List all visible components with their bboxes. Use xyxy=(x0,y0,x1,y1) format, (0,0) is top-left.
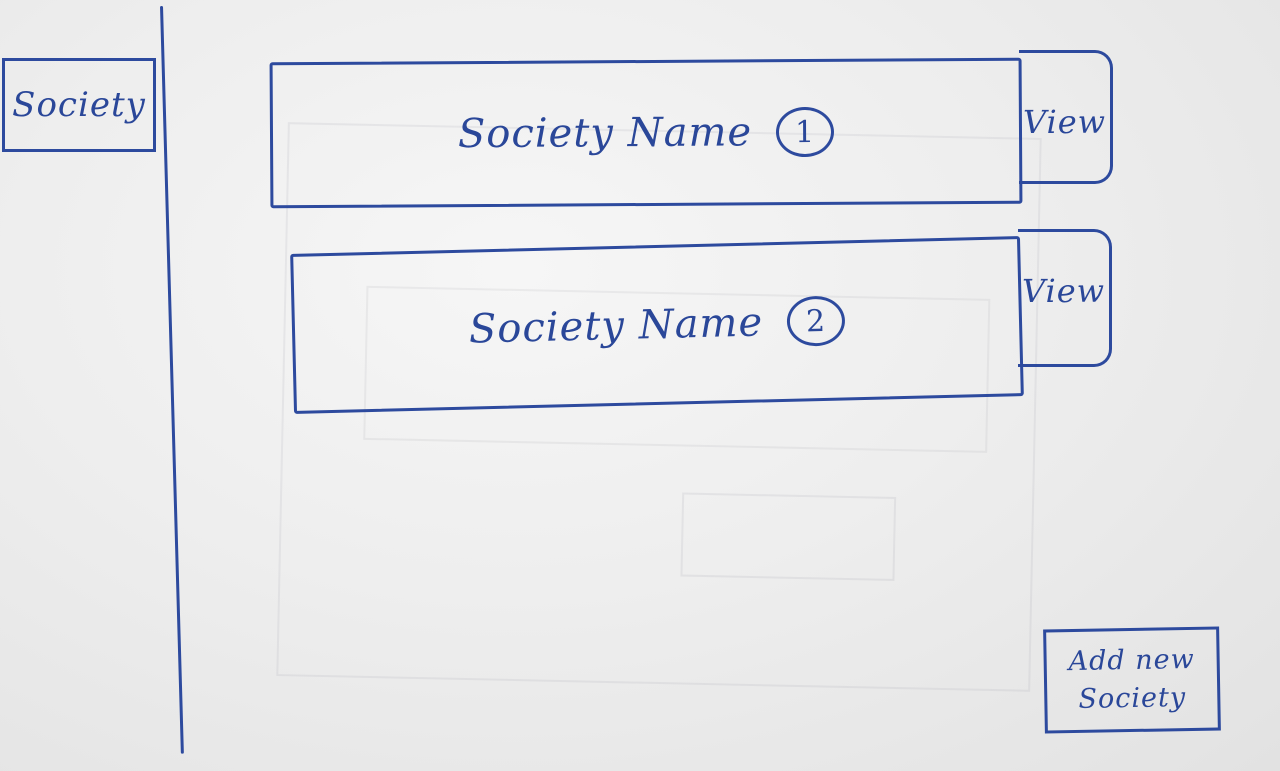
view-button-label: View xyxy=(1021,272,1106,310)
society-name: Society Name xyxy=(468,299,764,353)
add-new-society-button[interactable]: Add new Society xyxy=(1043,626,1221,734)
view-button[interactable]: View xyxy=(1018,229,1112,367)
society-number-badge: 2 xyxy=(786,295,846,347)
society-row[interactable]: Society Name 1 xyxy=(269,57,1023,209)
view-button[interactable]: View xyxy=(1019,50,1113,184)
add-button-label-line2: Society xyxy=(1078,682,1187,715)
paper-show-through-box xyxy=(680,492,897,581)
society-row[interactable]: Society Name 2 xyxy=(290,236,1024,414)
sidebar-item-label: Society xyxy=(12,85,146,125)
society-number-badge: 1 xyxy=(775,106,835,158)
view-button-label: View xyxy=(1022,103,1107,141)
sidebar-divider xyxy=(160,5,184,754)
sidebar-item-society[interactable]: Society xyxy=(2,58,156,152)
society-name: Society Name xyxy=(457,109,753,158)
add-button-label-line1: Add new xyxy=(1068,643,1195,678)
